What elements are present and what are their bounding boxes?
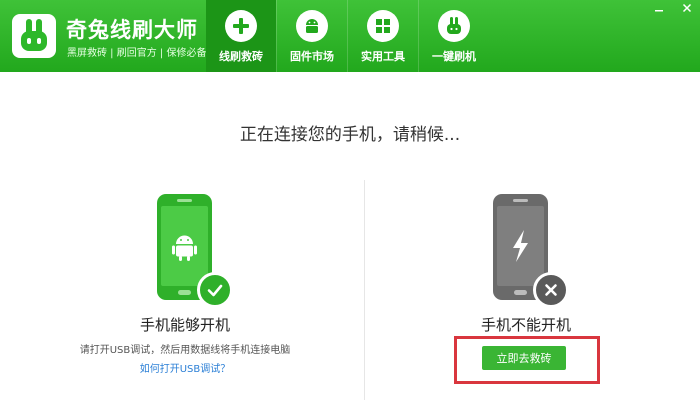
close-button[interactable] (680, 2, 694, 14)
x-badge-icon (533, 272, 569, 308)
app-logo (12, 14, 56, 58)
phone-cannot-boot-illustration (493, 194, 573, 308)
phone-can-boot-illustration (157, 194, 237, 308)
nav-tab-firmware-market[interactable]: 固件市场 (277, 0, 347, 72)
android-icon (296, 10, 328, 42)
brand-subtitle: 黑屏救砖 | 刷回官方 | 保修必备 (67, 48, 207, 59)
cannot-boot-caption: 手机不能开机 (480, 316, 571, 334)
nav-tab-label: 一键刷机 (432, 50, 476, 63)
window-controls (652, 2, 694, 14)
nav-tab-label: 实用工具 (361, 50, 405, 63)
minimize-icon (655, 10, 663, 12)
brand-title: 奇兔线刷大师 (66, 18, 198, 42)
usb-debug-hint: 请打开USB调试，然后用数据线将手机连接电脑 (79, 345, 291, 356)
nav-tab-label: 固件市场 (290, 50, 334, 63)
grid-icon (367, 10, 399, 42)
rabbit-icon (438, 10, 470, 42)
nav-tab-label: 线刷救砖 (219, 50, 263, 63)
minimize-button[interactable] (652, 2, 666, 14)
can-boot-caption: 手机能够开机 (139, 316, 230, 334)
check-badge-icon (197, 272, 233, 308)
close-icon (682, 3, 692, 13)
app-header: 奇兔线刷大师 黑屏救砖 | 刷回官方 | 保修必备 线刷救砖 固件市场 实用工具… (0, 0, 700, 72)
lightning-bolt-icon (513, 230, 528, 262)
plus-icon (225, 10, 257, 42)
rabbit-logo-icon (21, 19, 47, 51)
connection-status-title: 正在连接您的手机，请稍候... (239, 125, 461, 145)
rescue-now-button[interactable]: 立即去救砖 (482, 346, 566, 370)
android-robot-icon (172, 235, 197, 261)
nav-tab-tools[interactable]: 实用工具 (348, 0, 418, 72)
nav-tab-flash-rescue[interactable]: 线刷救砖 (206, 0, 276, 72)
how-to-enable-usb-debug-link[interactable]: 如何打开USB调试？ (105, 360, 265, 375)
nav-tab-one-click-flash[interactable]: 一键刷机 (419, 0, 489, 72)
column-divider (364, 180, 365, 400)
main-nav: 线刷救砖 固件市场 实用工具 一键刷机 (206, 0, 489, 72)
